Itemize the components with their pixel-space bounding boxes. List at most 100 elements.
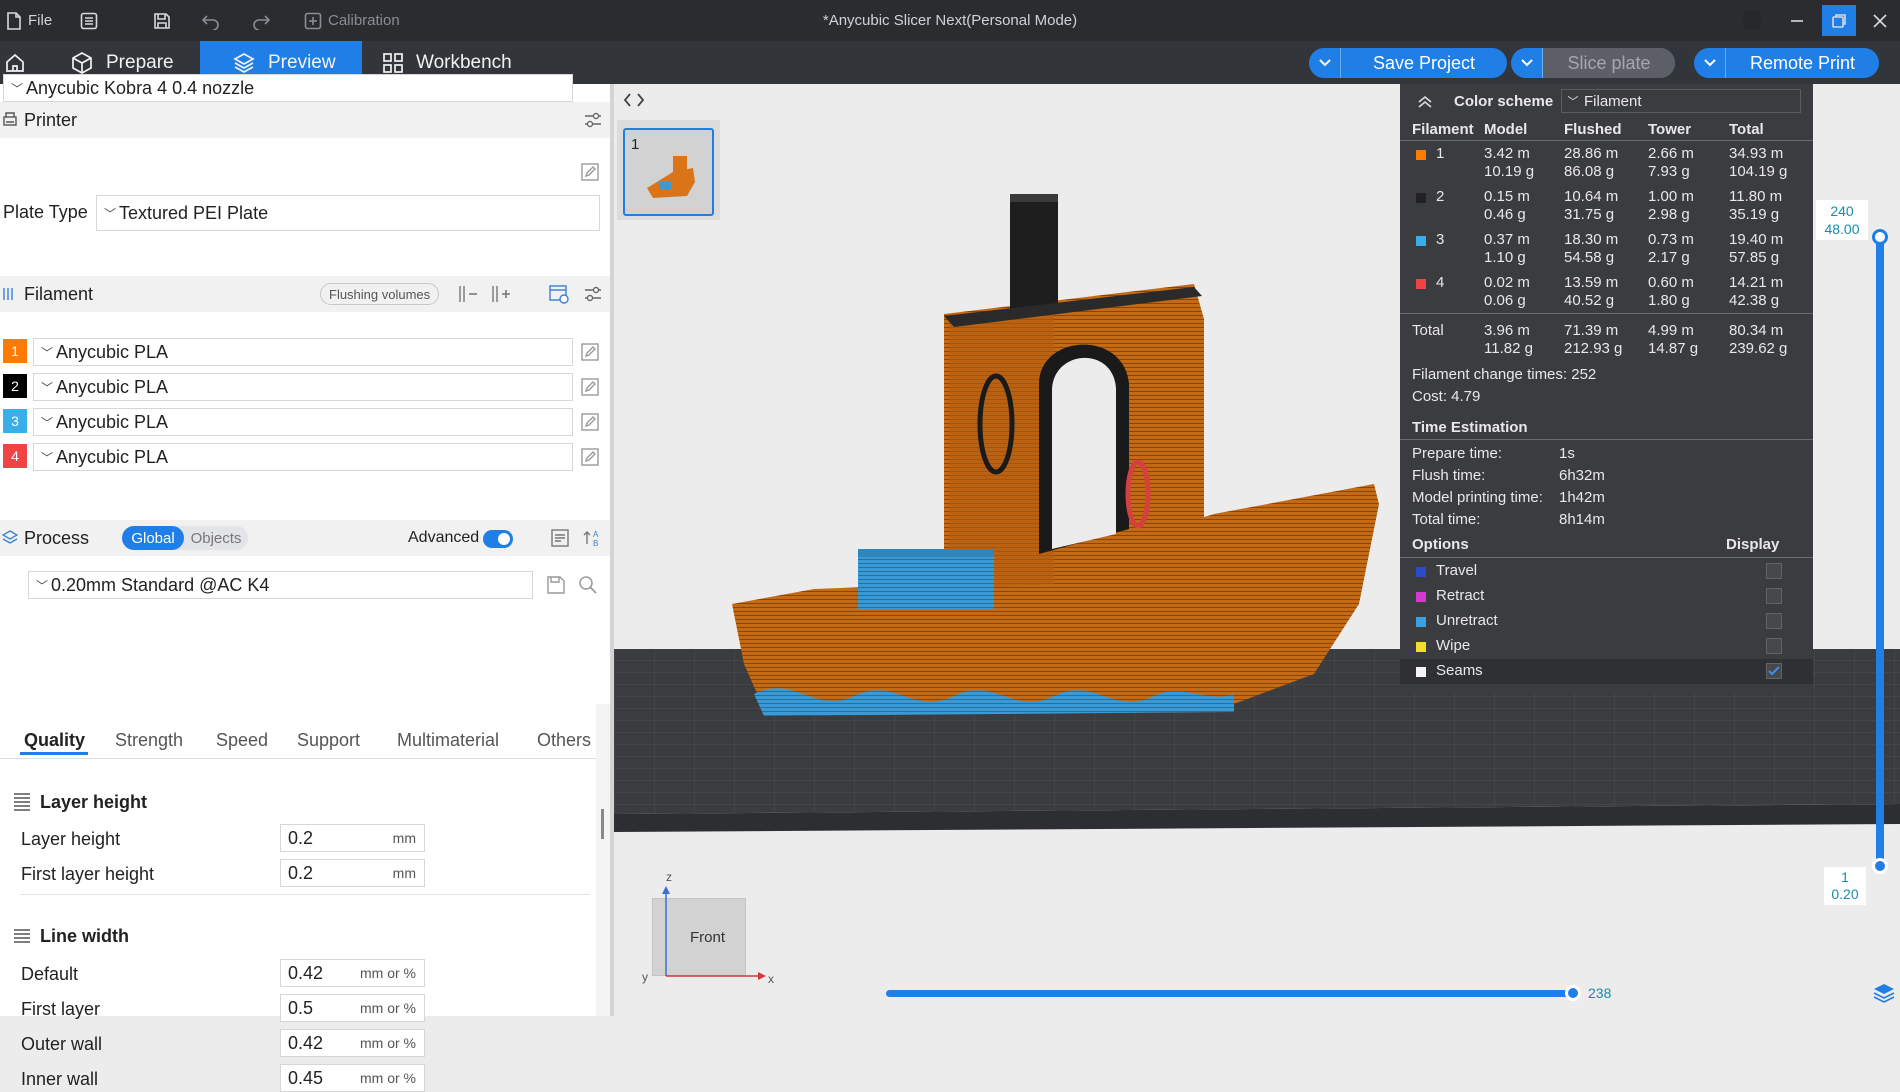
remote-print-button[interactable]: Remote Print [1694,48,1879,78]
axis-arrows [662,886,766,980]
subtab-speed[interactable]: Speed [216,730,268,751]
undo-button[interactable] [201,0,221,41]
global-option[interactable]: Global [122,526,184,550]
redo-button[interactable] [251,0,271,41]
filament-2-swatch[interactable]: 2 [3,374,27,398]
save-preset-icon[interactable] [546,575,566,595]
remove-filament-icon[interactable] [457,284,479,304]
filament-section-header: Filament Flushing volumes [0,276,614,312]
list-compare-icon[interactable] [550,528,570,548]
filament-1-swatch[interactable]: 1 [3,339,27,363]
option-travel-checkbox[interactable] [1766,563,1782,579]
collapse-sidebar-icon[interactable] [622,90,646,110]
remote-print-dropdown[interactable] [1694,48,1726,78]
global-objects-toggle[interactable]: Global Objects [122,526,248,550]
add-filament-icon[interactable] [490,284,512,304]
edit-filament-1-button[interactable] [580,342,600,362]
subtab-quality[interactable]: Quality [24,730,85,751]
filament-2-number: 2 [1436,188,1445,205]
save-project-button[interactable]: Save Project [1309,48,1507,78]
filament-4-flushed-length: 13.59 m [1564,274,1619,291]
layer-slider-track[interactable] [1876,235,1884,865]
collapse-up-icon[interactable] [1416,94,1434,110]
option-travel-label: Travel [1436,562,1478,579]
edit-filament-4-button[interactable] [580,447,600,467]
color-scheme-value: Filament [1584,92,1642,110]
layer-slider-top-handle[interactable] [1872,229,1888,245]
filament-1-model-weight: 10.19 g [1484,163,1535,180]
plate-thumbnail[interactable]: 1 [623,128,714,216]
slice-plate-dropdown[interactable] [1511,48,1543,78]
filament-1-tower-length: 2.66 m [1648,145,1694,162]
filament-4-select[interactable]: ﹀ Anycubic PLA [33,443,573,471]
process-profile-name: 0.20mm Standard @AC K4 [51,574,270,595]
first-layer-height-input[interactable]: 0.2 mm [280,859,425,887]
col-flushed-header: Flushed [1564,121,1622,138]
layer-height-unit: mm [392,830,416,846]
filament-3-model-cell: 0.37 m 1.10 g [1484,231,1530,267]
option-unretract-checkbox[interactable] [1766,613,1782,629]
settings-sliders-icon[interactable] [583,284,603,304]
layers-toggle-icon[interactable] [1872,982,1896,1004]
save-project-label: Save Project [1372,52,1476,73]
menu-list-button[interactable] [80,0,98,41]
subtab-strength[interactable]: Strength [115,730,183,751]
filament-3-select[interactable]: ﹀ Anycubic PLA [33,408,573,436]
layer-height-input[interactable]: 0.2 mm [280,824,425,852]
subtab-support[interactable]: Support [297,730,360,751]
edit-printer-button[interactable] [580,162,600,182]
option-wipe-checkbox[interactable] [1766,638,1782,654]
subtab-multimaterial[interactable]: Multimaterial [397,730,499,751]
filament-1-select[interactable]: ﹀ Anycubic PLA [33,338,573,366]
settings-sliders-icon[interactable] [583,110,603,130]
minimize-button[interactable] [1789,0,1805,41]
file-menu[interactable]: File [6,0,52,41]
printer-select[interactable]: ﹀ Anycubic Kobra 4 0.4 nozzle [3,74,573,102]
scrollbar-thumb[interactable] [601,809,604,839]
line-width-first-layer-input[interactable]: 0.5 mm or % [280,994,425,1022]
slice-plate-button[interactable]: Slice plate [1511,48,1675,78]
first-layer-height-unit: mm [392,865,416,881]
sort-icon[interactable]: AB [583,528,605,548]
undo-icon [201,14,219,30]
option-retract-checkbox[interactable] [1766,588,1782,604]
save-button[interactable] [153,0,171,41]
total-time-value: 8h14m [1559,511,1605,528]
line-width-inner-wall-input[interactable]: 0.45 mm or % [280,1064,425,1092]
subtab-others[interactable]: Others [537,730,591,751]
plate-type-select[interactable]: ﹀ Textured PEI Plate [96,195,600,231]
filament-4-swatch[interactable]: 4 [3,444,27,468]
advanced-toggle[interactable] [483,530,513,548]
layer-slider-bottom-handle[interactable] [1872,858,1888,874]
sync-filament-icon[interactable] [548,283,570,305]
close-button[interactable] [1872,0,1888,41]
checkmark-icon [1768,666,1780,676]
filament-2-select[interactable]: ﹀ Anycubic PLA [33,373,573,401]
total-model-length: 3.96 m [1484,322,1530,339]
file-menu-label: File [28,12,53,29]
line-width-outer-wall-input[interactable]: 0.42 mm or % [280,1029,425,1057]
save-project-dropdown[interactable] [1309,48,1341,78]
filament-1-flushed-cell: 28.86 m 86.08 g [1564,145,1618,181]
flushing-volumes-button[interactable]: Flushing volumes [320,283,440,305]
restore-button[interactable] [1822,5,1856,36]
edit-filament-2-button[interactable] [580,377,600,397]
filament-icon [3,288,13,300]
printer-name: Anycubic Kobra 4 0.4 nozzle [26,77,255,98]
line-width-default-input[interactable]: 0.42 mm or % [280,959,425,987]
params-scrollbar[interactable] [596,704,610,1016]
filament-3-swatch[interactable]: 3 [3,409,27,433]
filament-4-model-cell: 0.02 m 0.06 g [1484,274,1530,310]
search-icon[interactable] [578,575,598,595]
option-seams-checkbox[interactable] [1766,663,1782,679]
move-slider-track[interactable] [886,990,1578,997]
objects-option[interactable]: Objects [184,526,248,550]
option-seams-swatch [1416,667,1426,677]
filament-1-flushed-weight: 86.08 g [1564,163,1615,180]
process-profile-select[interactable]: ﹀ 0.20mm Standard @AC K4 [28,571,533,599]
edit-filament-3-button[interactable] [580,412,600,432]
color-scheme-select[interactable]: ﹀ Filament [1561,89,1801,113]
calibration-menu[interactable]: Calibration [304,0,400,41]
display-label: Display [1726,536,1780,553]
move-slider-handle[interactable] [1565,985,1581,1001]
